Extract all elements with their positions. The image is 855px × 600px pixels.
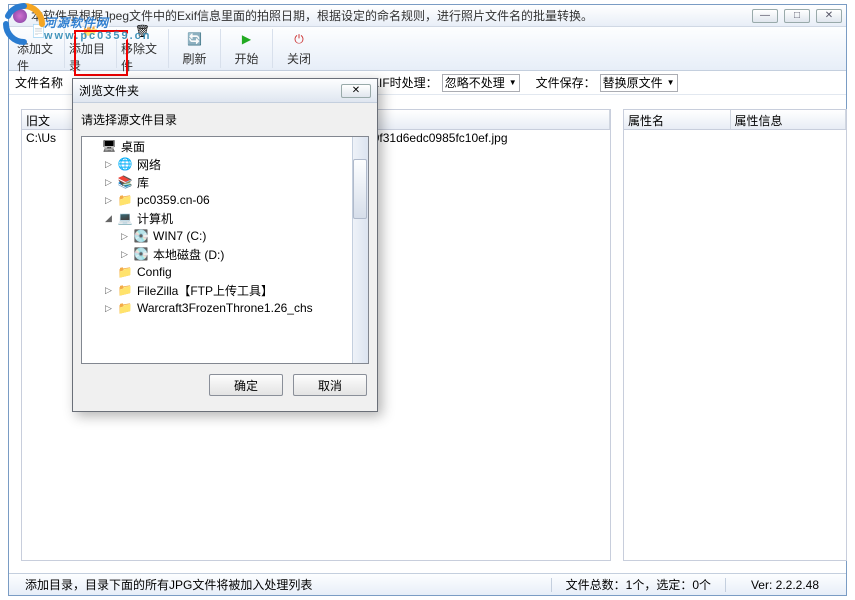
tree-item-label: Config	[137, 265, 172, 279]
app-icon	[13, 9, 27, 23]
tree-item[interactable]: ▷ 📁 Warcraft3FrozenThrone1.26_chs	[82, 299, 368, 317]
toolbar: 📄 添加文件 📂 添加目录 🗑 移除文件 🔄 刷新 ▶ 开始 ⏻ 关闭	[9, 27, 846, 71]
add-file-button[interactable]: 📄 添加文件	[13, 29, 65, 68]
folder-icon: 🌐	[117, 157, 133, 171]
folder-icon: 📁	[117, 283, 133, 297]
chevron-down-icon: ▼	[667, 78, 675, 87]
folder-tree[interactable]: 🖥 桌面 ▷ 🌐 网络 ▷ 📚 库 ▷ 📁 pc0359.cn-06 ◢ 💻 计算机 ▷ 💽 WIN7 (C:)…	[81, 136, 369, 364]
tree-item-label: 库	[137, 174, 149, 191]
folder-icon: 💽	[133, 247, 149, 261]
expand-icon[interactable]: ▷	[120, 231, 129, 242]
dialog-close-button[interactable]: ✕	[341, 84, 371, 98]
remove-icon: 🗑	[134, 24, 152, 38]
folder-open-icon: 📂	[82, 24, 100, 38]
status-text: 添加目录，目录下面的所有JPG文件将被加入处理列表	[15, 576, 547, 593]
expand-icon[interactable]: ▷	[104, 303, 113, 314]
col-prop-value[interactable]: 属性信息	[731, 110, 846, 129]
maximize-button[interactable]: □	[784, 9, 810, 23]
tree-item[interactable]: ▷ 💽 本地磁盘 (D:)	[82, 245, 368, 263]
close-button[interactable]: ✕	[816, 9, 842, 23]
exif-select[interactable]: 忽略不处理▼	[442, 74, 520, 92]
folder-icon: 💽	[133, 229, 149, 243]
save-select[interactable]: 替换原文件▼	[600, 74, 678, 92]
status-counts: 文件总数：1个，选定：0个	[556, 576, 721, 593]
dialog-titlebar[interactable]: 浏览文件夹 ✕	[73, 79, 377, 103]
tree-item-label: pc0359.cn-06	[137, 193, 210, 207]
remove-button[interactable]: 🗑 移除文件	[117, 29, 169, 68]
ok-button[interactable]: 确定	[209, 374, 283, 396]
folder-icon: 🖥	[101, 139, 117, 153]
add-file-icon: 📄	[30, 24, 48, 38]
tree-item-label: 桌面	[121, 138, 145, 155]
browse-folder-dialog: 浏览文件夹 ✕ 请选择源文件目录 🖥 桌面 ▷ 🌐 网络 ▷ 📚 库 ▷ 📁 pc0359.cn-0…	[72, 78, 378, 412]
tree-item[interactable]: ◢ 💻 计算机	[82, 209, 368, 227]
folder-icon: 📁	[117, 193, 133, 207]
tree-item[interactable]: ▷ 📚 库	[82, 173, 368, 191]
expand-icon[interactable]: ▷	[104, 177, 113, 188]
tree-item-label: 本地磁盘 (D:)	[153, 246, 224, 263]
folder-icon: 💻	[117, 211, 133, 225]
start-button[interactable]: ▶ 开始	[221, 29, 273, 68]
refresh-button[interactable]: 🔄 刷新	[169, 29, 221, 68]
minimize-button[interactable]: —	[752, 9, 778, 23]
scroll-thumb[interactable]	[353, 159, 367, 219]
status-version: Ver: 2.2.2.48	[730, 578, 840, 592]
app-close-button[interactable]: ⏻ 关闭	[273, 29, 325, 68]
chevron-down-icon: ▼	[509, 78, 517, 87]
statusbar: 添加目录，目录下面的所有JPG文件将被加入处理列表 文件总数：1个，选定：0个 …	[9, 573, 846, 595]
tree-item-label: FileZilla【FTP上传工具】	[137, 282, 273, 299]
folder-icon: 📁	[117, 265, 133, 279]
tree-item-label: 计算机	[137, 210, 173, 227]
tree-item[interactable]: ▷ 📁 FileZilla【FTP上传工具】	[82, 281, 368, 299]
expand-icon[interactable]: ▷	[104, 285, 113, 296]
dialog-instruction: 请选择源文件目录	[81, 111, 369, 128]
expand-icon[interactable]: ▷	[104, 159, 113, 170]
dialog-title: 浏览文件夹	[79, 82, 341, 99]
tree-item[interactable]: 📁 Config	[82, 263, 368, 281]
expand-icon[interactable]: ▷	[120, 249, 129, 260]
tree-item-label: Warcraft3FrozenThrone1.26_chs	[137, 301, 313, 315]
tree-item[interactable]: ▷ 🌐 网络	[82, 155, 368, 173]
tree-item-label: WIN7 (C:)	[153, 229, 206, 243]
property-panel: 属性名 属性信息	[623, 109, 847, 561]
tree-item[interactable]: ▷ 📁 pc0359.cn-06	[82, 191, 368, 209]
save-label: 文件保存：	[536, 74, 596, 91]
cancel-button[interactable]: 取消	[293, 374, 367, 396]
tree-item-label: 网络	[137, 156, 161, 173]
scrollbar[interactable]	[352, 137, 368, 363]
window-title: 本软件是根据Jpeg文件中的Exif信息里面的拍照日期，根据设定的命名规则，进行…	[31, 7, 752, 24]
play-icon: ▶	[238, 30, 256, 48]
refresh-icon: 🔄	[186, 30, 204, 48]
exit-icon: ⏻	[290, 30, 308, 48]
folder-icon: 📁	[117, 301, 133, 315]
tree-item[interactable]: ▷ 💽 WIN7 (C:)	[82, 227, 368, 245]
expand-icon[interactable]: ▷	[104, 195, 113, 206]
exif-label: XIF时处理：	[371, 74, 438, 91]
expand-icon[interactable]: ◢	[104, 213, 113, 224]
folder-icon: 📚	[117, 175, 133, 189]
filename-label: 文件名称	[15, 74, 63, 91]
col-prop-name[interactable]: 属性名	[624, 110, 731, 129]
add-dir-button[interactable]: 📂 添加目录	[65, 29, 117, 68]
tree-item[interactable]: 🖥 桌面	[82, 137, 368, 155]
